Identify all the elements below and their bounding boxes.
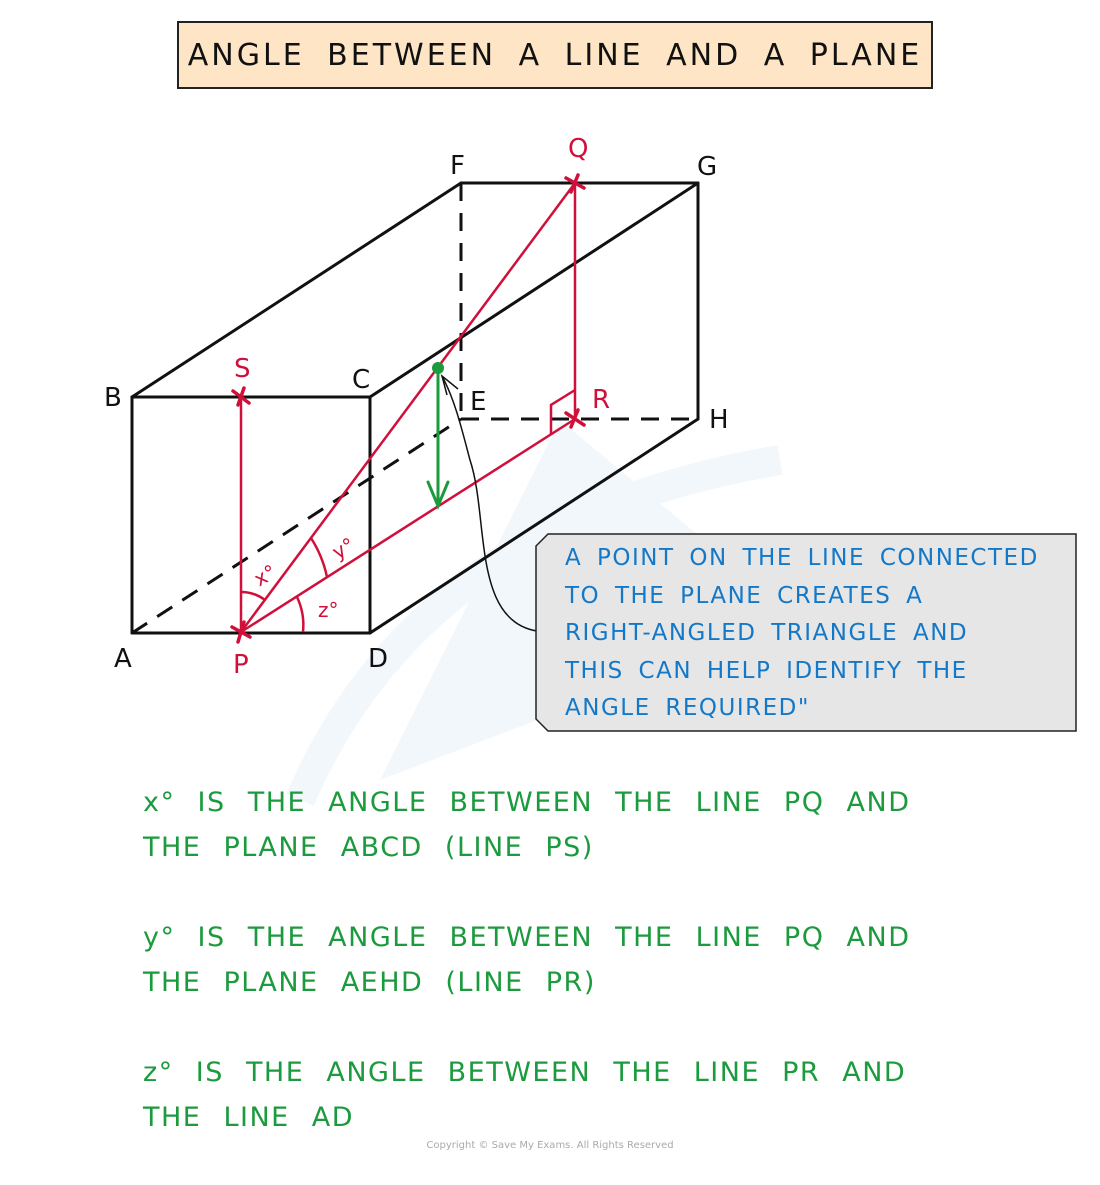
note-z-angle: z° IS THE ANGLE BETWEEN THE LINE PR AND …	[143, 1050, 973, 1140]
note-line: y° IS THE ANGLE BETWEEN THE LINE PQ AND	[143, 922, 911, 953]
label-q: Q	[568, 134, 588, 164]
edge-ae	[131, 417, 462, 635]
angle-arc-y	[309, 537, 329, 578]
edge-cg	[368, 181, 700, 399]
note-line: x° IS THE ANGLE BETWEEN THE LINE PQ AND	[143, 787, 911, 818]
callout-line: A POINT ON THE LINE CONNECTED	[565, 545, 1039, 571]
label-f: F	[450, 151, 465, 181]
angle-arc-z	[295, 596, 305, 633]
label-h: H	[709, 405, 729, 435]
note-y-angle: y° IS THE ANGLE BETWEEN THE LINE PQ AND …	[143, 915, 973, 1005]
label-d: D	[368, 644, 388, 674]
label-r: R	[592, 385, 610, 415]
label-s: S	[234, 354, 251, 384]
explanation-notes: x° IS THE ANGLE BETWEEN THE LINE PQ AND …	[143, 780, 973, 1185]
note-line: THE LINE AD	[143, 1102, 355, 1133]
copyright-notice: Copyright © Save My Exams. All Rights Re…	[426, 1140, 674, 1151]
callout-line: THIS CAN HELP IDENTIFY THE	[565, 657, 968, 684]
callout-line: ANGLE REQUIRED"	[565, 695, 810, 722]
callout-line: TO THE PLANE CREATES A	[565, 582, 924, 609]
note-line: THE PLANE ABCD (LINE PS)	[143, 832, 594, 863]
note-line: z° IS THE ANGLE BETWEEN THE LINE PR AND	[143, 1057, 907, 1088]
callout-line: RIGHT-ANGLED TRIANGLE AND	[565, 620, 969, 647]
label-e: E	[470, 387, 486, 417]
note-x-angle: x° IS THE ANGLE BETWEEN THE LINE PQ AND …	[143, 780, 973, 870]
angle-label-z: z°	[318, 598, 339, 622]
callout-text: A POINT ON THE LINE CONNECTED TO THE PLA…	[565, 540, 1075, 728]
label-p: P	[233, 650, 249, 680]
angle-arc-x	[240, 590, 266, 602]
label-g: G	[697, 152, 717, 182]
point-on-line-dot	[432, 362, 444, 374]
label-c: C	[352, 365, 370, 395]
label-a: A	[114, 644, 132, 674]
label-b: B	[104, 383, 122, 413]
note-line: THE PLANE AEHD (LINE PR)	[143, 967, 596, 998]
edge-bf	[130, 181, 463, 399]
